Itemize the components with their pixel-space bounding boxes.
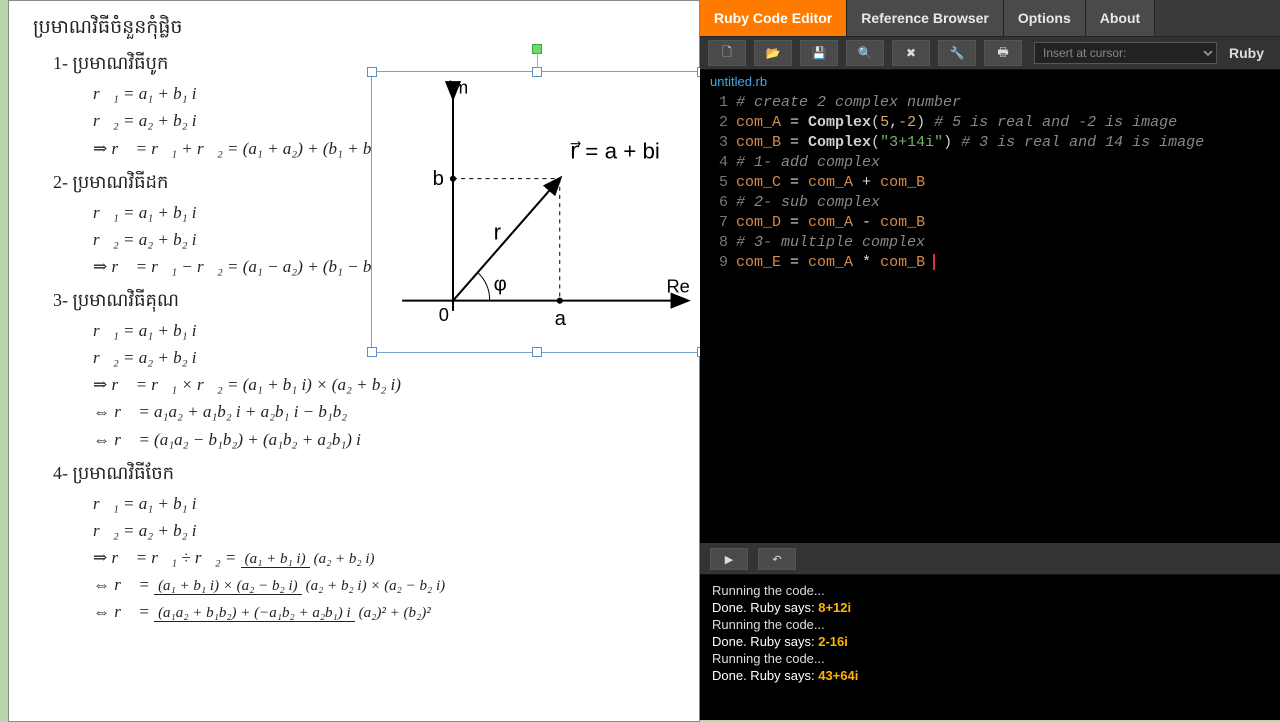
resize-handle-s[interactable]	[532, 347, 542, 357]
zoom-button[interactable]: 🔍	[846, 40, 884, 66]
code-line[interactable]: com_B = Complex("3+14i") # 3 is real and…	[736, 133, 1204, 153]
pt-a	[557, 298, 563, 304]
eq-mul2: ⇔ r⃗ = a₁a₂ + a₁b₂ i + a₂b₁ i − b₁b₂	[93, 398, 675, 425]
origin-label: 0	[439, 304, 449, 325]
eq-div3: ⇔ r⃗ = (a₁a₂ + b₁b₂) + (−a₁b₂ + a₂b₁) i(…	[93, 598, 675, 625]
rotate-stem	[537, 48, 538, 68]
argand-diagram[interactable]: Im Re b a 0 r φ r⃗ = a + bi	[371, 71, 703, 353]
console-line: Done. Ruby says: 43+64i	[712, 668, 1268, 683]
run-button[interactable]: ▶	[710, 548, 748, 570]
frac-den: (a₂ + b₂ i) × (a₂ − b₂ i)	[302, 578, 450, 594]
ide-toolbar: 🗋 📂 💾 🔍 ✖ 🔧 🖶 Insert at cursor:Ruby	[700, 37, 1280, 70]
argand-svg: Im Re b a 0 r φ r⃗ = a + bi	[392, 77, 697, 341]
line-number: 6	[700, 193, 736, 213]
console-line: Running the code...	[712, 617, 1268, 632]
code-line[interactable]: com_E = com_A * com_B	[736, 253, 935, 273]
line-number: 9	[700, 253, 736, 273]
section-div: 4- ប្រមាណវិធីចែក	[53, 459, 675, 488]
eq-r2d: r⃗₂ = a₂ + b₂ i	[93, 517, 675, 544]
document-panel: ប្រមាណវិធីចំនួនកុំផ្លិច 1- ប្រមាណវិធីបូក…	[8, 0, 700, 722]
code-line[interactable]: com_A = Complex(5,-2) # 5 is real and -2…	[736, 113, 1177, 133]
undo-button[interactable]: ↶	[758, 548, 796, 570]
b-label: b	[433, 168, 444, 190]
console-line: Done. Ruby says: 8+12i	[712, 600, 1268, 615]
line-number: 1	[700, 93, 736, 113]
eq-div2: ⇔ r⃗ = (a₁ + b₁ i) × (a₂ − b₂ i)(a₂ + b₂…	[93, 571, 675, 598]
code-line[interactable]: com_C = com_A + com_B	[736, 173, 925, 193]
code-line[interactable]: com_D = com_A - com_B	[736, 213, 925, 233]
line-number: 8	[700, 233, 736, 253]
resize-handle-sw[interactable]	[367, 347, 377, 357]
filename-label[interactable]: untitled.rb	[700, 70, 1280, 93]
phi-label: φ	[494, 273, 507, 295]
frac-num: (a₁ + b₁ i)	[241, 551, 310, 568]
frac-num: (a₁ + b₁ i) × (a₂ − b₂ i)	[154, 578, 302, 595]
output-console: Running the code... Done. Ruby says: 8+12…	[700, 575, 1280, 691]
pt-b	[450, 176, 456, 182]
resize-handle-nw[interactable]	[367, 67, 377, 77]
code-line[interactable]: # 1- add complex	[736, 153, 880, 173]
a-label: a	[555, 308, 567, 330]
insert-snippet-select[interactable]: Insert at cursor:	[1034, 42, 1217, 64]
tab-reference-browser[interactable]: Reference Browser	[847, 0, 1004, 36]
line-number: 3	[700, 133, 736, 153]
clear-button[interactable]: ✖	[892, 40, 930, 66]
wrench-button[interactable]: 🔧	[938, 40, 976, 66]
language-label: Ruby	[1217, 45, 1276, 61]
tab-about[interactable]: About	[1086, 0, 1155, 36]
eq-div2-lead: ⇔ r⃗ =	[93, 575, 154, 594]
code-line[interactable]: # 2- sub complex	[736, 193, 880, 213]
eq-mul3: ⇔ r⃗ = (a₁a₂ − b₁b₂) + (a₁b₂ + a₂b₁) i	[93, 426, 675, 453]
eq-div1-lead: ⇒ r⃗ = r⃗₁ ÷ r⃗₂ =	[93, 548, 241, 567]
console-line: Running the code...	[712, 651, 1268, 666]
code-line[interactable]: # create 2 complex number	[736, 93, 961, 113]
frac-num: (a₁a₂ + b₁b₂) + (−a₁b₂ + a₂b₁) i	[154, 605, 355, 622]
eq-mul1: ⇒ r⃗ = r⃗₁ × r⃗₂ = (a₁ + b₁ i) × (a₂ + b…	[93, 371, 675, 398]
vec-label: r⃗ = a + bi	[570, 138, 660, 163]
r-label: r	[494, 220, 502, 245]
tab-options[interactable]: Options	[1004, 0, 1086, 36]
tab-ruby-code-editor[interactable]: Ruby Code Editor	[700, 0, 847, 36]
save-button[interactable]: 💾	[800, 40, 838, 66]
code-line[interactable]: # 3- multiple complex	[736, 233, 925, 253]
console-line: Running the code...	[712, 583, 1268, 598]
console-line: Done. Ruby says: 2-16i	[712, 634, 1268, 649]
ide-panel: Ruby Code EditorReference BrowserOptions…	[700, 0, 1280, 720]
frac-den: (a₂ + b₂ i)	[310, 551, 379, 567]
re-label: Re	[666, 276, 689, 297]
eq-div3-lead: ⇔ r⃗ =	[93, 602, 154, 621]
im-label: Im	[448, 77, 468, 97]
eq-div1: ⇒ r⃗ = r⃗₁ ÷ r⃗₂ = (a₁ + b₁ i)(a₂ + b₂ i…	[93, 544, 675, 571]
eq-r1d: r⃗₁ = a₁ + b₁ i	[93, 490, 675, 517]
open-button[interactable]: 📂	[754, 40, 792, 66]
line-number: 2	[700, 113, 736, 133]
resize-handle-n[interactable]	[532, 67, 542, 77]
code-editor[interactable]: 1# create 2 complex number2com_A = Compl…	[700, 93, 1280, 544]
run-toolbar: ▶↶	[700, 544, 1280, 575]
ide-tabs: Ruby Code EditorReference BrowserOptions…	[700, 0, 1280, 37]
print-button[interactable]: 🖶	[984, 40, 1022, 66]
line-number: 4	[700, 153, 736, 173]
text-cursor	[933, 254, 935, 270]
angle-arc	[477, 272, 489, 300]
doc-title: ប្រមាណវិធីចំនួនកុំផ្លិច	[33, 13, 675, 43]
frac-den: (a₂)² + (b₂)²	[355, 605, 435, 621]
line-number: 7	[700, 213, 736, 233]
line-number: 5	[700, 173, 736, 193]
new-button[interactable]: 🗋	[708, 40, 746, 66]
